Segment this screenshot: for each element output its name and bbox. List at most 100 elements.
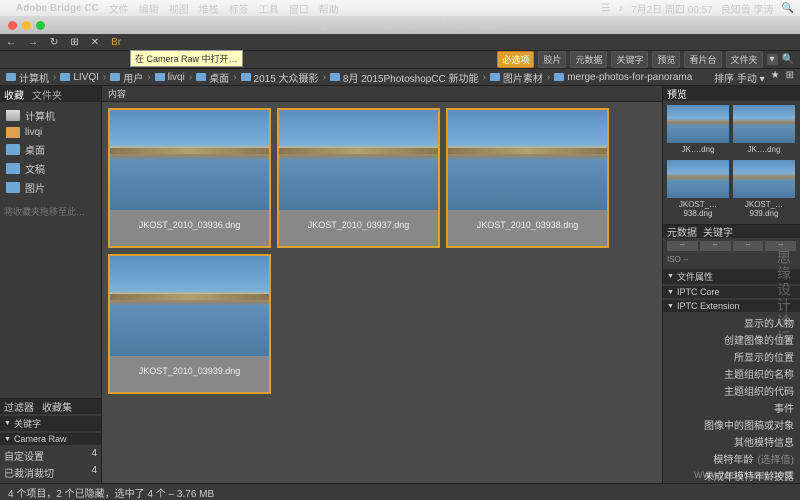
menu-file[interactable]: 文件 [109, 1, 129, 16]
fav-documents[interactable]: 文稿 [4, 159, 97, 178]
thumb-filename: JKOST_2010_03937.dng [279, 210, 438, 240]
menu-view[interactable]: 视图 [169, 1, 189, 16]
tab-folders[interactable]: 文件夹 [32, 87, 62, 102]
crumb-current[interactable]: merge-photos-for-panorama [554, 72, 692, 83]
thumbnail-grid: JKOST_2010_03936.dng JKOST_2010_03937.dn… [102, 102, 662, 483]
traffic-lights [0, 21, 45, 30]
search-icon[interactable]: 🔍 [782, 3, 794, 14]
star-filter-icon[interactable]: ★ [771, 70, 780, 85]
preview-thumb[interactable]: JKOST_…938.dng [667, 160, 729, 220]
filter-panel: 过滤器 收藏集 关键字 Camera Raw 自定设置4 已裁消裁切4 [0, 398, 101, 483]
iptc-row[interactable]: 显示的人物 [663, 314, 800, 331]
crumb-drive[interactable]: LIVQI [60, 72, 99, 83]
thumb-image [279, 110, 438, 210]
left-panel: 收藏 文件夹 计算机 livqi 桌面 文稿 图片 将收藏夹拖移至此… 过滤器 … [0, 86, 102, 483]
crumb-folder[interactable]: 8月 2015PhotoshopCC 新功能 [330, 70, 479, 85]
lightbox-tab[interactable]: 看片台 [684, 51, 721, 68]
workspace-tabs: 必选项 胶片 元数据 关键字 预览 看片台 文件夹 ▾ 🔍 [0, 51, 800, 69]
fav-pictures[interactable]: 图片 [4, 178, 97, 197]
filter-row[interactable]: 已裁消裁切4 [4, 464, 97, 481]
thumb-image [448, 110, 607, 210]
fav-computer[interactable]: 计算机 [4, 106, 97, 125]
menu-stack[interactable]: 堆栈 [199, 1, 219, 16]
minimize-icon[interactable] [22, 21, 31, 30]
iptc-row[interactable]: 主题组织的代码 [663, 382, 800, 399]
back-button[interactable]: ← [6, 37, 16, 48]
tab-favorites[interactable]: 收藏 [4, 87, 24, 102]
search-icon[interactable]: 🔍 [782, 54, 794, 65]
menu-edit[interactable]: 编辑 [139, 1, 159, 16]
home-icon [6, 127, 20, 138]
crumb-folder[interactable]: 图片素材 [490, 70, 543, 85]
iptc-row[interactable]: 创建图像的位置 [663, 331, 800, 348]
clock[interactable]: 7月2日 周四 00:57 [631, 1, 713, 16]
app-name[interactable]: Adobe Bridge CC [16, 3, 99, 14]
iptc-row[interactable]: 其他模特信息 [663, 433, 800, 450]
tab-keywords[interactable]: 关键字 [703, 224, 733, 239]
preview-thumb[interactable]: JK….dng [667, 105, 729, 156]
menu-help[interactable]: 帮助 [319, 1, 339, 16]
tooltip: 在 Camera Raw 中打开… [130, 50, 243, 67]
folder-icon [6, 144, 20, 155]
status-icon[interactable]: ☰ [601, 3, 610, 14]
filter-keywords-head[interactable]: 关键字 [0, 416, 101, 431]
tab-filter[interactable]: 过滤器 [4, 399, 34, 414]
crumb-desktop[interactable]: 桌面 [196, 70, 229, 85]
menu-tools[interactable]: 工具 [259, 1, 279, 16]
section-iptc-core[interactable]: IPTC Core [663, 286, 800, 298]
thumb-image [110, 110, 269, 210]
filmstrip-tab[interactable]: 胶片 [538, 51, 566, 68]
workspace: 收藏 文件夹 计算机 livqi 桌面 文稿 图片 将收藏夹拖移至此… 过滤器 … [0, 86, 800, 483]
tab-preview[interactable]: 预览 [667, 86, 687, 101]
menu-window[interactable]: 窗口 [289, 1, 309, 16]
essentials-tab[interactable]: 必选项 [497, 51, 534, 68]
window-titlebar: merge-photos-for-panorama - Adobe Bridge [0, 16, 800, 34]
iptc-row[interactable]: 所显示的位置 [663, 348, 800, 365]
metadata-body: -- -- -- -- ISO -- [663, 238, 800, 267]
filter-cameraraw-head[interactable]: Camera Raw [0, 433, 101, 445]
tab-metadata[interactable]: 元数据 [667, 224, 697, 239]
forward-button[interactable]: → [28, 37, 38, 48]
drive-icon [6, 110, 20, 121]
view-options-icon[interactable]: ⊞ [786, 70, 794, 85]
preview-tab[interactable]: 预览 [652, 51, 680, 68]
sort-dropdown[interactable]: 排序 手动 ▾ [714, 70, 765, 85]
iptc-row[interactable]: 未成年模特年龄披露 [663, 467, 800, 483]
iptc-row[interactable]: 事件 [663, 399, 800, 416]
thumbnail[interactable]: JKOST_2010_03938.dng [446, 108, 609, 248]
more-icon[interactable]: ▾ [767, 54, 778, 65]
iptc-row[interactable]: 图像中的图稿或对象 [663, 416, 800, 433]
filter-row[interactable]: 自定设置4 [4, 447, 97, 464]
maximize-icon[interactable] [36, 21, 45, 30]
preview-thumb[interactable]: JKOST_…939.dng [733, 160, 795, 220]
close-icon[interactable] [8, 21, 17, 30]
content-panel: 内容 JKOST_2010_03936.dng JKOST_2010_03937… [102, 86, 662, 483]
content-tab[interactable]: 内容 [102, 86, 662, 102]
section-iptc-ext[interactable]: IPTC Extension [663, 300, 800, 312]
metadata-tab[interactable]: 元数据 [570, 51, 607, 68]
bridge-icon[interactable]: Br [111, 37, 121, 48]
iptc-row[interactable]: 主题组织的名称 [663, 365, 800, 382]
folders-tab[interactable]: 文件夹 [726, 51, 763, 68]
section-fileprops[interactable]: 文件属性 [663, 269, 800, 284]
crumb-home[interactable]: livqi [155, 72, 185, 83]
grid-button[interactable]: ⊞ [70, 37, 78, 48]
crumb-computer[interactable]: 计算机 [6, 70, 49, 85]
preview-grid: JK….dng JK….dng JKOST_…938.dng JKOST_…93… [663, 101, 800, 224]
menu-label[interactable]: 标签 [229, 1, 249, 16]
fav-desktop[interactable]: 桌面 [4, 140, 97, 159]
reload-button[interactable]: ↻ [50, 37, 58, 48]
user[interactable]: 良知兽 李涛 [721, 1, 774, 16]
crumb-users[interactable]: 用户 [110, 70, 143, 85]
thumbnail[interactable]: JKOST_2010_03936.dng [108, 108, 271, 248]
cancel-button[interactable]: ✕ [91, 37, 99, 48]
tab-collections[interactable]: 收藏集 [42, 399, 72, 414]
crumb-folder[interactable]: 2015 大众摄影 [241, 70, 319, 85]
thumbnail[interactable]: JKOST_2010_03939.dng [108, 254, 271, 394]
iptc-row[interactable]: 模特年龄(选择值) [663, 450, 800, 467]
thumbnail[interactable]: JKOST_2010_03937.dng [277, 108, 440, 248]
keywords-tab[interactable]: 关键字 [611, 51, 648, 68]
fav-home[interactable]: livqi [4, 125, 97, 140]
status-icon[interactable]: ♪ [618, 3, 623, 14]
preview-thumb[interactable]: JK….dng [733, 105, 795, 156]
